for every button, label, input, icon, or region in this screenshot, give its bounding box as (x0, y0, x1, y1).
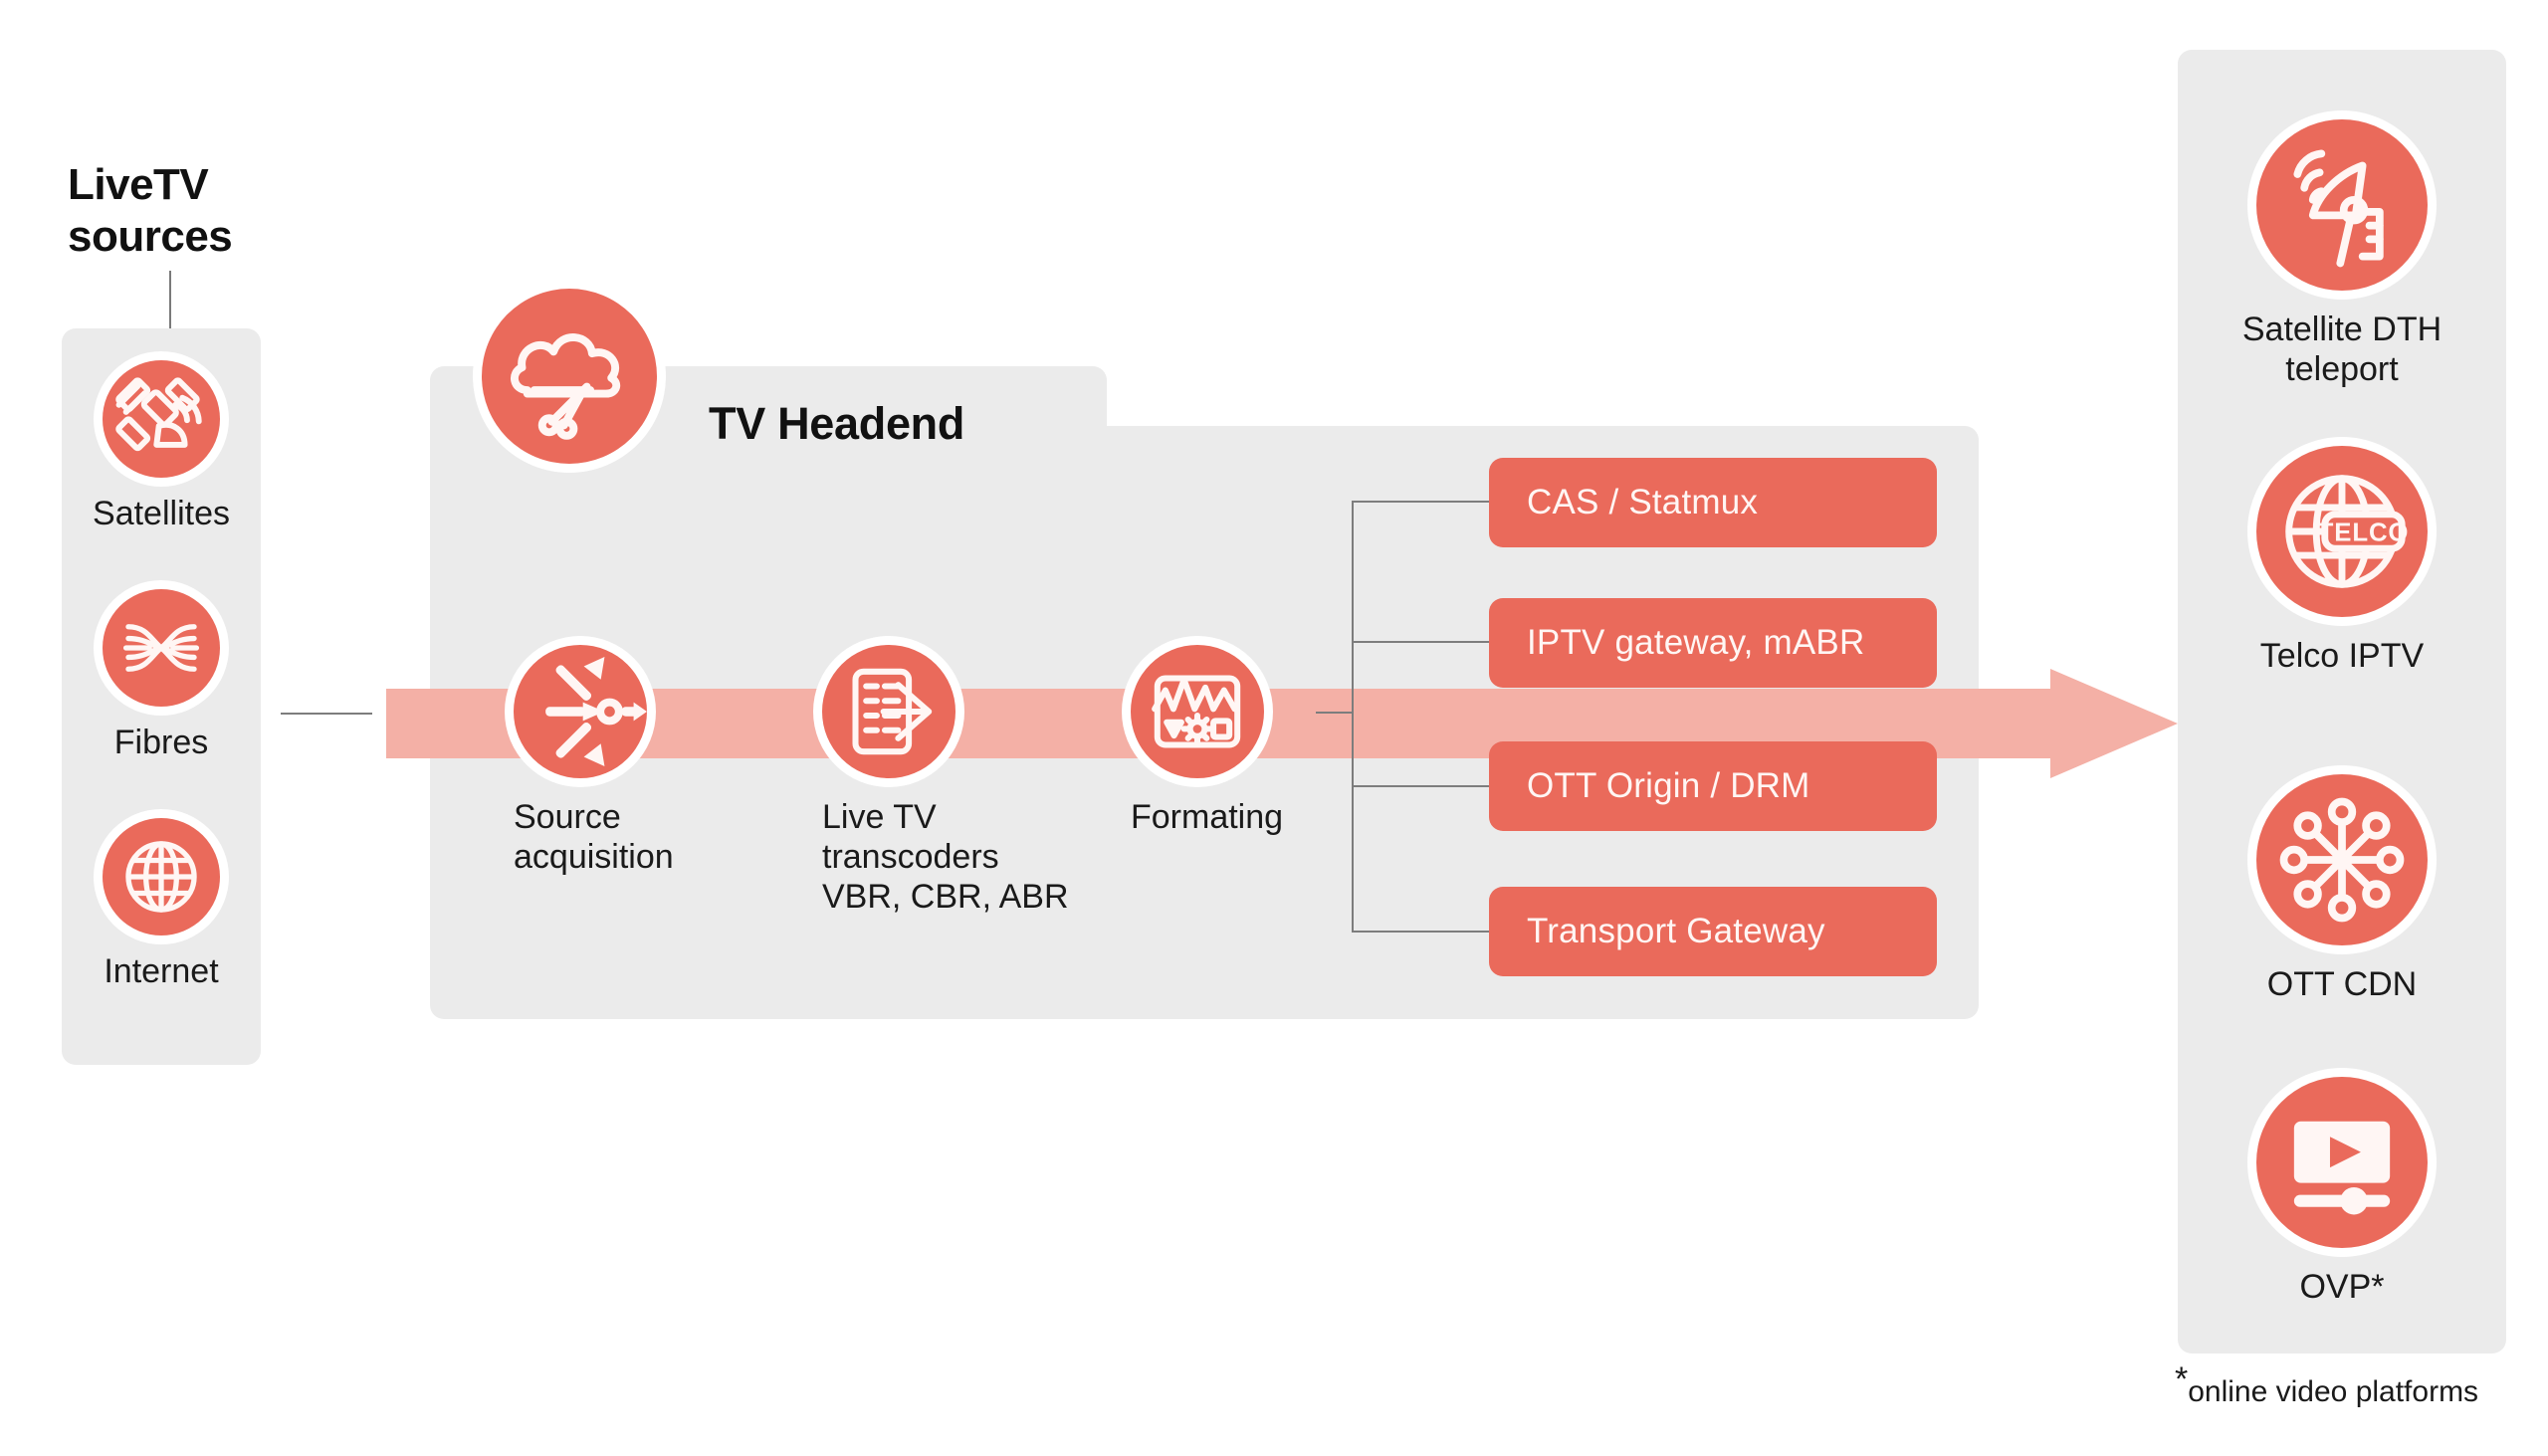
destination-label-ovp: OVP* (2299, 1268, 2385, 1306)
destination-item-ott-cdn[interactable]: OTT CDN (2178, 774, 2506, 1004)
formating-icon (1131, 645, 1264, 778)
headend-stage-label-formating: Formating (1131, 798, 1284, 836)
headend-stage-transcoders[interactable]: Live TV transcoders VBR, CBR, ABR (822, 645, 1141, 917)
sources-to-flow-connector (281, 713, 372, 715)
sources-title-line-1: LiveTV (68, 160, 209, 209)
source-label-fibres: Fibres (113, 724, 209, 761)
headend-output-transport-gateway[interactable]: Transport Gateway (1489, 887, 1937, 976)
headend-output-label-3: OTT Origin / DRM (1527, 766, 1810, 805)
destination-label-telco-iptv: Telco IPTV (2259, 637, 2425, 675)
headend-output-cas-statmux[interactable]: CAS / Statmux (1489, 458, 1937, 547)
sources-title-connector (169, 271, 171, 328)
telco-globe-icon: TELCO (2256, 446, 2428, 617)
headend-output-ott-origin-drm[interactable]: OTT Origin / DRM (1489, 741, 1937, 831)
bracket-branch-3 (1352, 785, 1491, 787)
footnote: *online video platforms (2175, 1362, 2479, 1409)
bracket-branch-2 (1352, 641, 1491, 643)
satellite-dish-icon (2256, 119, 2428, 291)
svg-text:TELCO: TELCO (2318, 519, 2410, 546)
video-player-icon (2256, 1077, 2428, 1248)
bracket-branch-4 (1352, 931, 1491, 933)
bracket-spine (1352, 501, 1354, 933)
headend-output-label-1: CAS / Statmux (1527, 483, 1759, 521)
livetv-sources-panel: Satellites Fibres Internet (62, 328, 261, 1065)
source-acquisition-icon (514, 645, 647, 778)
footnote-text: online video platforms (2188, 1375, 2479, 1408)
cdn-network-icon (2256, 774, 2428, 945)
headend-output-label-2: IPTV gateway, mABR (1527, 623, 1865, 662)
sources-title-line-2: sources (68, 211, 233, 261)
footnote-asterisk: * (2175, 1360, 2189, 1398)
source-label-internet: Internet (104, 952, 219, 990)
source-label-satellites: Satellites (93, 495, 230, 532)
satellite-icon (103, 360, 220, 478)
headend-stage-source-acquisition[interactable]: Source acquisition (514, 645, 772, 877)
headend-stage-label-transcoders: Live TV transcoders VBR, CBR, ABR (822, 798, 1069, 917)
fibre-optic-icon (103, 589, 220, 707)
headend-output-iptv-gateway[interactable]: IPTV gateway, mABR (1489, 598, 1937, 688)
livetv-sources-title: LiveTV sources (68, 159, 297, 263)
bracket-stub (1316, 712, 1354, 714)
globe-icon (103, 818, 220, 936)
headend-stage-label-source-acquisition: Source acquisition (514, 798, 674, 877)
source-item-satellites[interactable]: Satellites (62, 360, 261, 533)
bracket-branch-1 (1352, 501, 1491, 503)
source-item-internet[interactable]: Internet (62, 818, 261, 991)
destination-item-telco-iptv[interactable]: TELCO Telco IPTV (2178, 446, 2506, 676)
cloud-network-icon (482, 289, 657, 469)
headend-stage-formating[interactable]: Formating (1131, 645, 1380, 837)
diagram-canvas: LiveTV sources Satellites Fibres Interne… (0, 0, 2548, 1456)
destination-item-satellite-dth[interactable]: Satellite DTH teleport (2178, 119, 2506, 389)
headend-output-label-4: Transport Gateway (1527, 912, 1825, 950)
destination-item-ovp[interactable]: OVP* (2178, 1077, 2506, 1307)
destination-label-satellite-dth: Satellite DTH teleport (2241, 311, 2442, 389)
tv-headend-title: TV Headend (709, 398, 965, 449)
source-item-fibres[interactable]: Fibres (62, 589, 261, 762)
destination-label-ott-cdn: OTT CDN (2266, 965, 2418, 1003)
transcoder-icon (822, 645, 956, 778)
